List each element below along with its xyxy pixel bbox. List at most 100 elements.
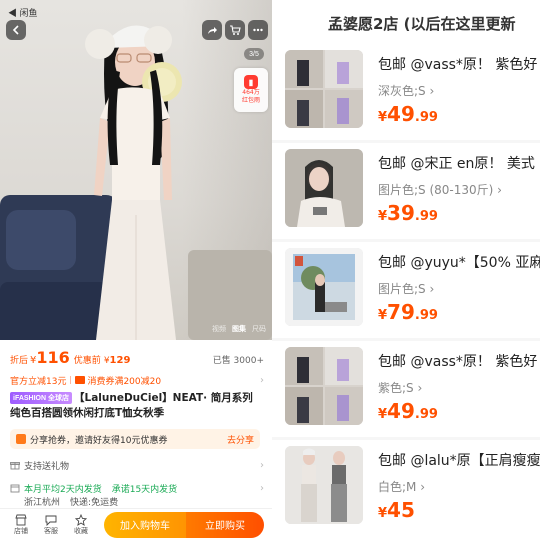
item-spec[interactable]: 深灰色;S › <box>378 82 434 99</box>
express-fee: 免运费 <box>91 497 119 508</box>
customer-service-label: 客服 <box>44 526 58 535</box>
media-tabs: 视频 图集 尺码 <box>212 324 266 334</box>
list-item[interactable]: 包邮 @lalu*原【正肩瘦瘦 白色;M › ¥45 <box>272 440 540 540</box>
item-title: 包邮 @lalu*原【正肩瘦瘦 <box>378 453 540 469</box>
price-integer: 49 <box>387 102 415 126</box>
promo-row[interactable]: 官方立减13元 消费券满200减20 › <box>10 373 264 387</box>
express-label: 快递: <box>70 497 92 508</box>
more-button[interactable] <box>248 20 268 40</box>
price-currency: ¥ <box>378 308 388 323</box>
consumer-voucher: 消费券满200减20 <box>87 376 162 387</box>
ship-origin-row: 浙江杭州 快递: 免运费 <box>10 494 264 508</box>
add-to-cart-button[interactable]: 加入购物车 <box>104 511 186 538</box>
avg-ship-time: 本月平均2天内发货 <box>24 484 102 495</box>
go-share-link[interactable]: 去分享 <box>227 433 254 446</box>
shop-label: 店铺 <box>14 526 28 535</box>
list-item[interactable]: 包邮 @yuyu*【50% 亚麻 图片色;S › ¥79.99 <box>272 242 540 338</box>
cart-button[interactable] <box>225 20 245 40</box>
chat-icon <box>45 515 57 526</box>
tab-gallery[interactable]: 图集 <box>232 324 246 334</box>
tab-video[interactable]: 视频 <box>212 324 226 334</box>
chevron-right-icon: › <box>260 459 264 471</box>
share-icon <box>208 27 217 34</box>
price-integer: 79 <box>387 300 415 324</box>
chevron-right-icon: › <box>260 374 264 386</box>
price-decimal: .99 <box>414 407 438 422</box>
back-button[interactable] <box>6 20 26 40</box>
item-price: ¥39.99 <box>378 201 438 225</box>
instant-discount: 官方立减13元 <box>10 376 67 387</box>
gift-icon <box>10 462 20 470</box>
ship-promise: 承诺15天内发货 <box>111 484 178 495</box>
share-button[interactable] <box>202 20 222 40</box>
outdoor-thumbnail <box>285 248 363 326</box>
item-thumbnail <box>285 446 363 524</box>
favorite-button[interactable]: 收藏 <box>66 513 96 536</box>
price-integer: 39 <box>387 201 415 225</box>
red-packet-icon: ▮ <box>244 75 258 89</box>
store-title: 孟婆愿2店 (以后在这里更新 <box>328 15 516 33</box>
customer-service-button[interactable]: 客服 <box>36 514 66 536</box>
gallery-counter: 3/5 <box>244 48 264 60</box>
item-spec[interactable]: 紫色;S › <box>378 379 422 396</box>
product-gallery[interactable]: ◀ 闲鱼 3/5 ▮ 464万 红包雨 视频 图集 尺码 <box>0 0 272 340</box>
item-spec-text: 白色;M <box>378 480 417 494</box>
item-thumbnail <box>285 149 363 227</box>
item-spec-text: 紫色;S <box>378 381 414 395</box>
price-decimal: .99 <box>414 110 438 125</box>
price-integer: 49 <box>387 399 415 423</box>
item-price: ¥45 <box>378 498 415 522</box>
item-spec-text: 图片色;S (80-130斤) <box>378 183 494 197</box>
more-dots-icon <box>253 28 263 32</box>
list-item[interactable]: 包邮 @宋正 en原！ 美式 图片色;S (80-130斤) › ¥39.99 <box>272 143 540 239</box>
store-header: 孟婆愿2店 (以后在这里更新 <box>272 0 540 44</box>
gift-support-row[interactable]: 支持送礼物 › <box>10 458 264 472</box>
item-price: ¥79.99 <box>378 300 438 324</box>
red-packet-label: 红包雨 <box>241 97 260 104</box>
item-spec[interactable]: 图片色;S (80-130斤) › <box>378 181 502 198</box>
item-spec[interactable]: 图片色;S › <box>378 280 434 297</box>
price-decimal: .99 <box>414 209 438 224</box>
favorite-label: 收藏 <box>74 526 88 535</box>
price-row: 折后 ¥ 116 优惠前 ¥ 129 已售 3000+ <box>10 348 264 368</box>
shop-button[interactable]: 店铺 <box>6 514 36 536</box>
gift-support-text: 支持送礼物 <box>24 461 70 472</box>
tab-size[interactable]: 尺码 <box>252 324 266 334</box>
star-icon <box>75 513 87 526</box>
shipping-row[interactable]: 本月平均2天内发货 承诺15天内发货 › <box>10 481 264 495</box>
discount-label: 折后 <box>10 356 29 366</box>
item-price: ¥49.99 <box>378 102 438 126</box>
chevron-right-icon: › <box>260 482 264 494</box>
item-spec-text: 深灰色;S <box>378 84 426 98</box>
item-price: ¥49.99 <box>378 399 438 423</box>
list-item[interactable]: 包邮 @vass*原！ 紫色好 深灰色;S › ¥49.99 <box>272 44 540 140</box>
red-packet-rain-button[interactable]: ▮ 464万 红包雨 <box>234 68 268 112</box>
ship-location: 浙江杭州 <box>24 497 61 508</box>
item-thumbnail <box>285 50 363 128</box>
item-title: 包邮 @yuyu*【50% 亚麻 <box>378 255 540 271</box>
item-title: 包邮 @vass*原！ 紫色好 <box>378 57 538 73</box>
price-currency: ¥ <box>378 407 388 422</box>
item-title: 包邮 @宋正 en原！ 美式 <box>378 156 535 172</box>
voucher-icon <box>75 376 86 384</box>
coupon-label: 优惠前 <box>73 356 101 366</box>
price-currency: ¥ <box>378 506 388 521</box>
coupon-price: 129 <box>109 355 131 366</box>
chevron-left-icon <box>12 25 19 35</box>
discount-price: 116 <box>36 348 70 367</box>
status-back-label[interactable]: ◀ 闲鱼 <box>8 6 38 19</box>
collage-thumbnail <box>285 50 363 128</box>
list-item[interactable]: 包邮 @vass*原！ 紫色好 紫色;S › ¥49.99 <box>272 341 540 437</box>
calendar-icon <box>10 484 20 493</box>
item-spec[interactable]: 白色;M › <box>378 478 425 495</box>
cart-icon <box>230 25 241 35</box>
price-currency: ¥ <box>378 209 388 224</box>
order-list-panel: 孟婆愿2店 (以后在这里更新 包邮 @vass*原！ 紫色好 深灰色;S › ¥… <box>272 0 540 540</box>
two-models-thumbnail <box>285 446 363 524</box>
collage-thumbnail <box>285 347 363 425</box>
model-photo <box>85 25 182 340</box>
share-coupon-bar[interactable]: 分享抢券，邀请好友得10元优惠券 去分享 <box>10 429 260 449</box>
buy-now-button[interactable]: 立即购买 <box>186 511 264 538</box>
red-packet-amount: 464万 <box>242 89 260 96</box>
price-currency: ¥ <box>378 110 388 125</box>
